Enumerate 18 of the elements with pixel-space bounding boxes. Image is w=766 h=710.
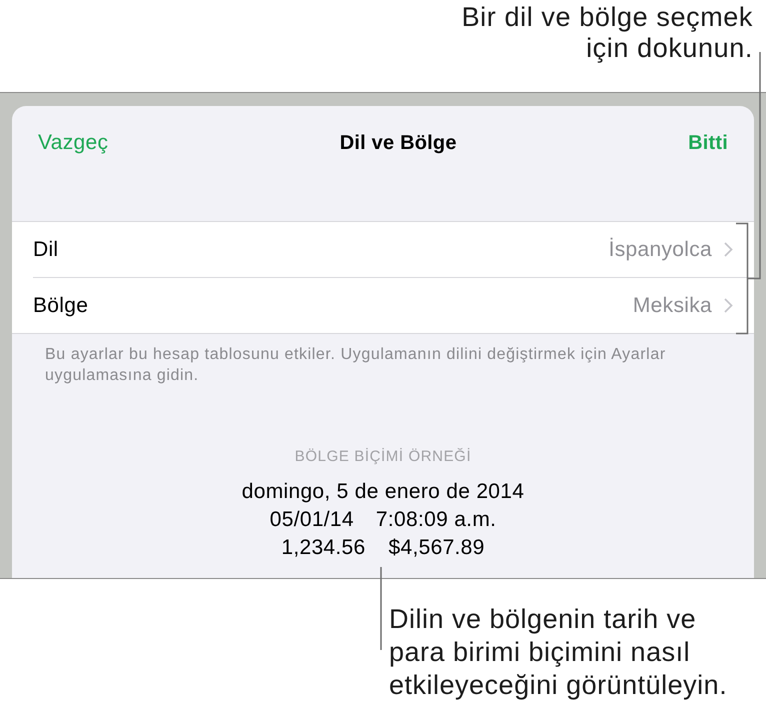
footnote-text: Bu ayarlar bu hesap tablosunu etkiler. Uygulamanın dilini değiştirmek için Ayarlar uygulamasına gidin. [45,345,667,386]
row-label: Bölge [33,292,88,319]
sheet-title: Dil ve Bölge [340,131,457,156]
settings-row[interactable]: Bölge Meksika [33,278,754,333]
currency-text: $4,567.89 [388,534,485,560]
short-date-text: 05/01/14 [270,506,354,532]
number-text: 1,234.56 [281,534,366,560]
row-label: Dil [33,236,58,263]
row-value: Meksika [632,292,712,319]
chevron-right-icon [724,242,733,257]
callout-text: Dilin ve bölgenin tarih ve para birimi biçimini nasıl etkileyeceğini görüntüleyin. [389,603,728,702]
sample-heading: BÖLGE BİÇİMİ ÖRNEĞİ [294,447,472,467]
row-value: İspanyolca [608,236,712,263]
date-text: domingo, 5 de enero de 2014 [242,478,524,504]
time-text: 7:08:09 a.m. [376,506,496,532]
callout-text: Bir dil ve bölge seçmek için dokunun. [460,2,753,65]
chevron-right-icon [724,298,733,313]
settings-row[interactable]: Dil İspanyolca [12,222,754,277]
